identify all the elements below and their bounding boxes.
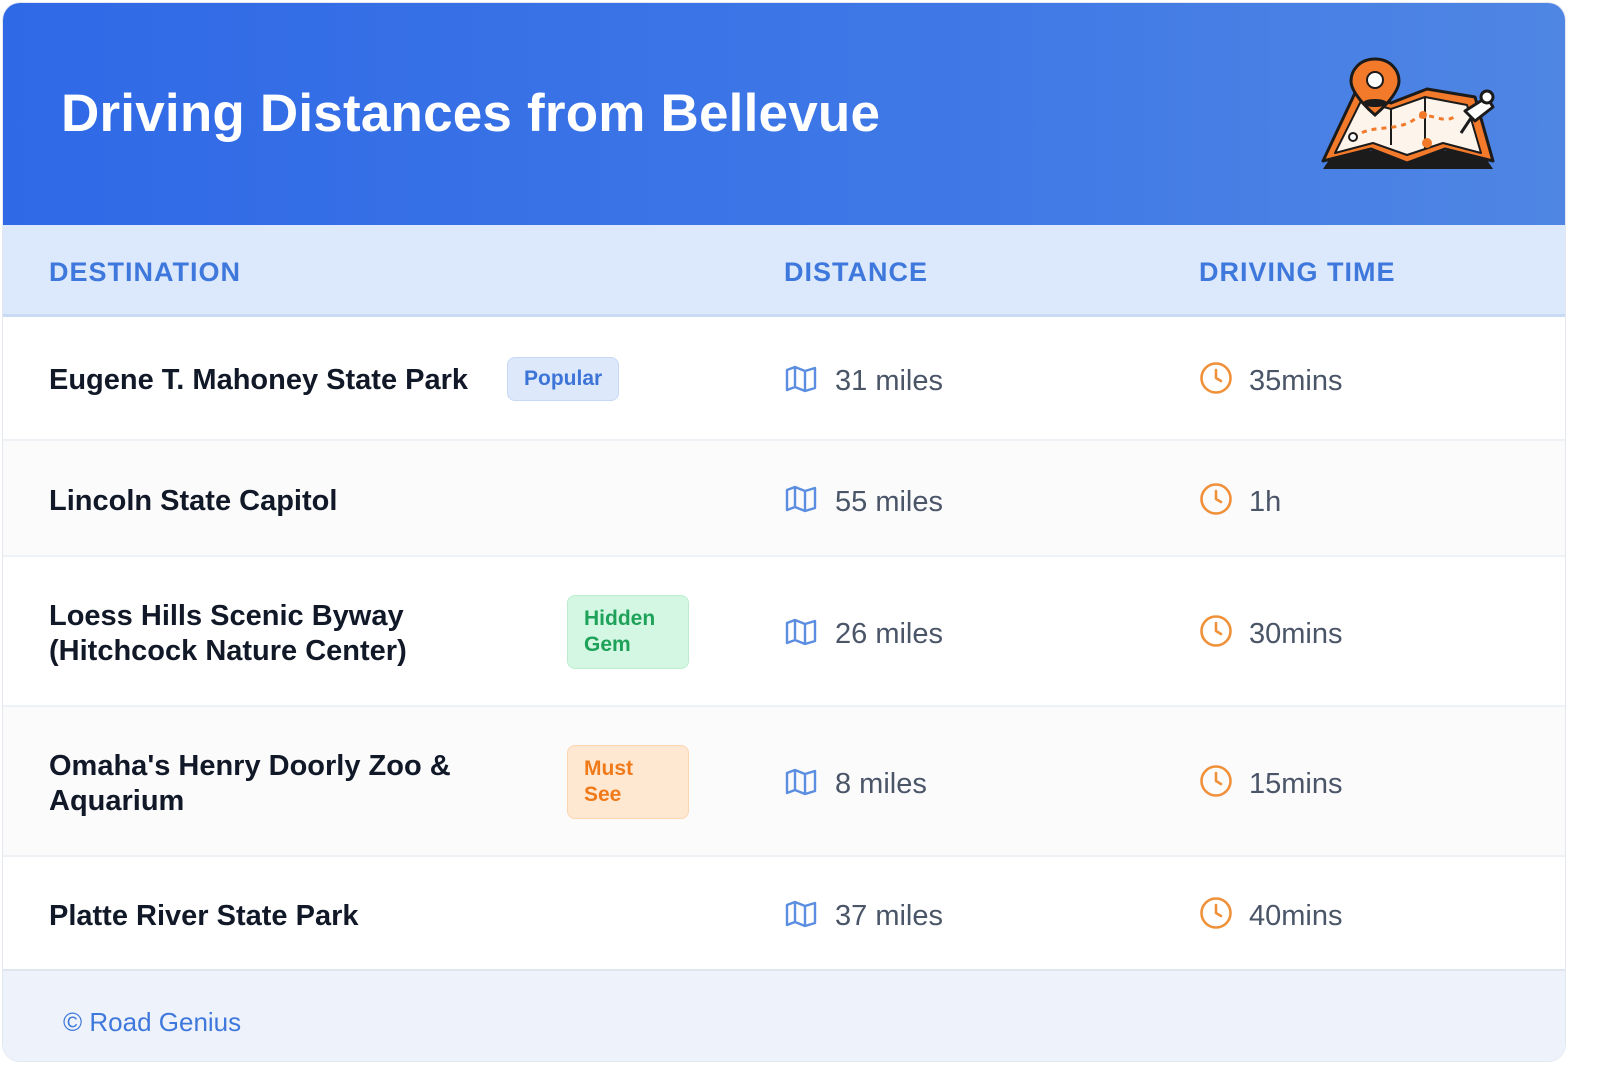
driving-time-value: 15mins: [1249, 768, 1343, 800]
column-header-distance: DISTANCE: [784, 257, 929, 287]
distance-value: 26 miles: [835, 618, 943, 650]
clock-icon: [1200, 897, 1232, 929]
distance-value: 55 miles: [835, 486, 943, 518]
driving-time-value: 35mins: [1249, 365, 1343, 397]
footer-credit: © Road Genius: [63, 1007, 242, 1037]
map-icon: [785, 485, 817, 513]
column-header-destination: DESTINATION: [49, 257, 241, 287]
table-row: Lincoln State Capitol 55 miles 1h: [3, 441, 1565, 557]
clock-icon: [1200, 362, 1232, 394]
driving-time-value: 40mins: [1249, 900, 1343, 932]
distance-value: 31 miles: [835, 365, 943, 397]
page-title: Driving Distances from Bellevue: [61, 84, 881, 143]
distance-value: 37 miles: [835, 900, 943, 932]
clock-icon: [1200, 765, 1232, 797]
card-footer: © Road Genius: [3, 969, 1565, 1061]
destination-name: Eugene T. Mahoney State Park: [49, 364, 469, 396]
map-with-pin-illustration: [1321, 57, 1495, 169]
clock-icon: [1200, 615, 1232, 647]
map-icon: [785, 618, 817, 646]
table-row: Loess Hills Scenic Byway (Hitchcock Natu…: [3, 557, 1565, 707]
table-header: DESTINATION DISTANCE DRIVING TIME: [3, 225, 1565, 317]
map-icon: [785, 900, 817, 928]
map-icon: [785, 768, 817, 796]
destination-name: Omaha's Henry Doorly Zoo & Aquarium: [49, 750, 451, 817]
card-header: Driving Distances from Bellevue: [3, 3, 1565, 225]
table-row: Platte River State Park 37 miles 40mins: [3, 857, 1565, 969]
map-icon: [785, 365, 817, 393]
status-badge: Hidden Gem: [567, 595, 689, 669]
destination-name: Loess Hills Scenic Byway (Hitchcock Natu…: [49, 600, 407, 667]
distance-value: 8 miles: [835, 768, 927, 800]
column-header-driving-time: DRIVING TIME: [1199, 257, 1396, 287]
table-row: Omaha's Henry Doorly Zoo & Aquarium Must…: [3, 707, 1565, 857]
status-badge: Popular: [507, 357, 620, 401]
driving-time-value: 30mins: [1249, 618, 1343, 650]
distance-card: Driving Distances from Bellevue DESTINAT…: [2, 2, 1566, 1062]
status-badge: Must See: [567, 745, 689, 819]
table-row: Eugene T. Mahoney State Park Popular 31 …: [3, 317, 1565, 441]
driving-time-value: 1h: [1249, 486, 1282, 518]
clock-icon: [1200, 483, 1232, 515]
destination-name: Lincoln State Capitol: [49, 485, 338, 517]
destination-name: Platte River State Park: [49, 900, 359, 932]
